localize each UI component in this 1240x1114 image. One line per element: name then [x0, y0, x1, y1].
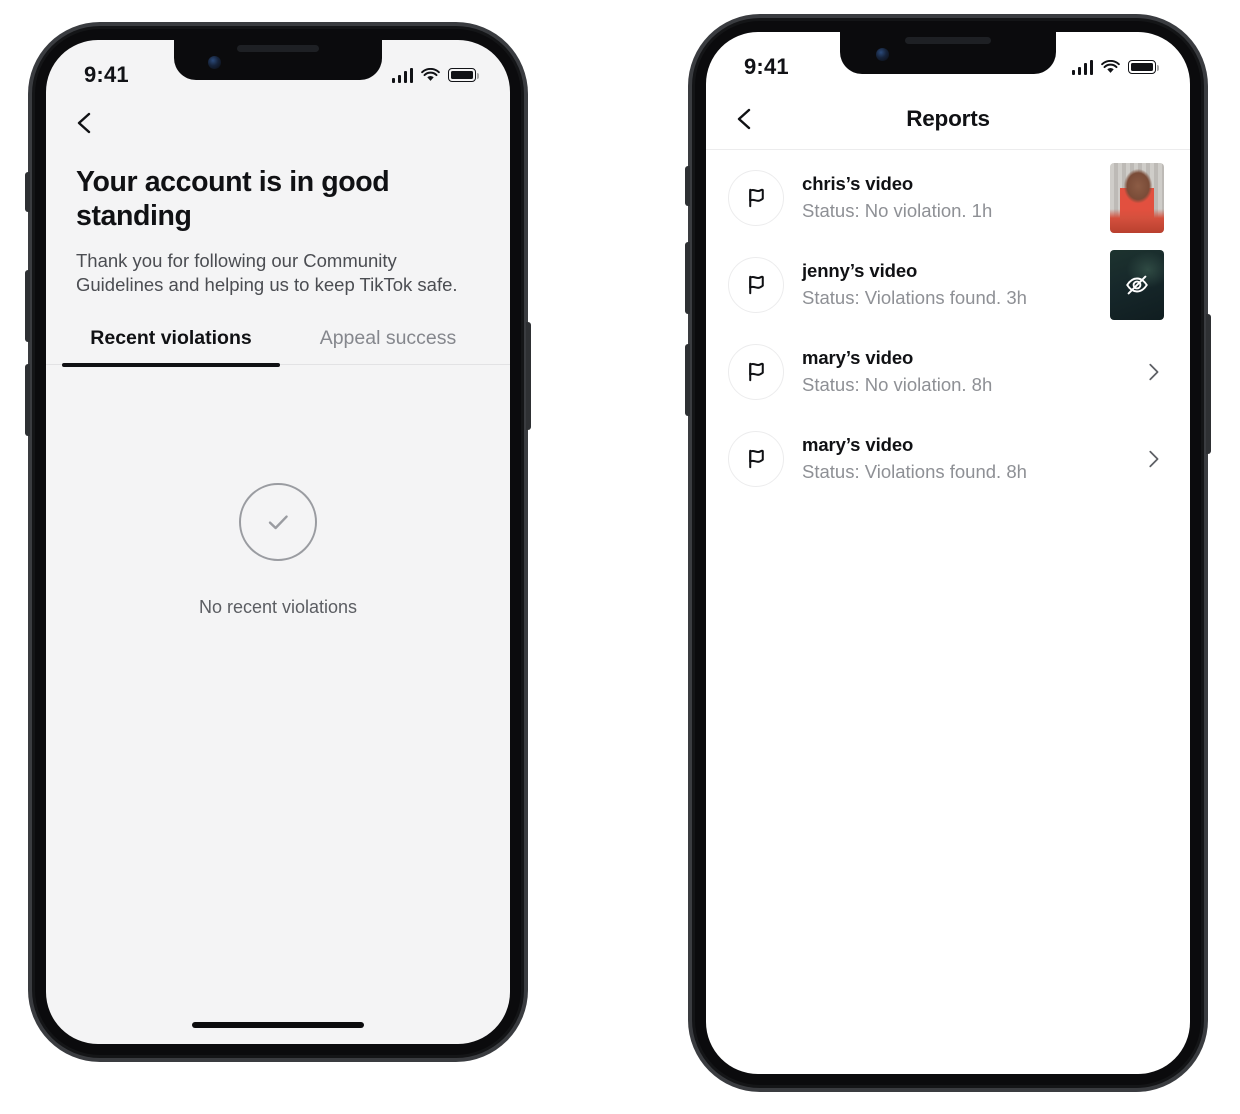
status-icons-left	[391, 67, 479, 83]
list-item[interactable]: jenny’s video Status: Violations found. …	[706, 241, 1190, 328]
list-item-status-text: Status: No violation.	[802, 374, 967, 395]
empty-state: No recent violations	[46, 482, 510, 618]
volume-down-button-right[interactable]	[685, 344, 690, 416]
navigation-bar: Reports	[706, 88, 1190, 150]
chevron-right-icon[interactable]	[1142, 448, 1164, 470]
eye-off-icon	[1124, 272, 1150, 298]
battery-full-icon	[448, 68, 479, 82]
status-icons-right	[1071, 59, 1159, 75]
cellular-bars-icon	[391, 67, 413, 83]
list-item-title: mary’s video	[802, 347, 914, 368]
list-item-text: jenny’s video Status: Violations found. …	[802, 260, 1110, 309]
flag-icon	[728, 169, 784, 226]
list-item-text: mary’s video Status: No violation. 8h	[802, 347, 1142, 396]
page-subtitle: Thank you for following our Community Gu…	[76, 250, 458, 295]
flag-icon	[728, 343, 784, 400]
page-title: Your account is in good standing	[76, 166, 390, 232]
volume-up-button-right[interactable]	[685, 242, 690, 314]
mute-switch-button[interactable]	[25, 172, 30, 212]
list-item-time: 1h	[971, 200, 993, 221]
list-item-status-text: Status: Violations found.	[802, 287, 1002, 308]
status-bar-right: 9:41	[706, 32, 1190, 88]
check-circle-icon	[239, 482, 317, 561]
list-item-title: jenny’s video	[802, 260, 918, 281]
list-item-time: 8h	[971, 374, 993, 395]
volume-down-button[interactable]	[25, 364, 30, 436]
back-button-row-left	[46, 96, 510, 136]
list-item[interactable]: chris’s video Status: No violation. 1h	[706, 154, 1190, 241]
wifi-icon-right	[1101, 59, 1120, 75]
list-item-status-text: Status: No violation.	[802, 200, 967, 221]
tab-appeal-success[interactable]: Appeal success	[280, 327, 496, 367]
list-item-text: chris’s video Status: No violation. 1h	[802, 173, 1110, 222]
list-item-status: Status: No violation. 8h	[802, 374, 1142, 396]
list-item-title: chris’s video	[802, 173, 914, 194]
wifi-icon	[421, 67, 440, 83]
list-item-time: 3h	[1006, 287, 1027, 308]
nav-title: Reports	[906, 105, 990, 131]
list-item-title: mary’s video	[802, 434, 914, 455]
list-item[interactable]: mary’s video Status: No violation. 8h	[706, 328, 1190, 415]
power-button-right[interactable]	[1206, 314, 1211, 454]
list-item-status: Status: Violations found. 3h	[802, 287, 1110, 309]
cellular-bars-icon-right	[1071, 59, 1093, 75]
phone-left: 9:41 Your account is in good standing Th…	[25, 22, 531, 1062]
flag-icon	[728, 256, 784, 313]
list-item-status: Status: No violation. 1h	[802, 200, 1110, 222]
tab-bar: Recent violations Appeal success	[46, 327, 510, 367]
status-bar-left: 9:41	[46, 40, 510, 96]
phone-right-screen: 9:41 Reports chris’s video Status: No vi…	[706, 32, 1190, 1074]
nav-back-button[interactable]	[732, 106, 758, 132]
empty-state-label: No recent violations	[198, 596, 358, 617]
reports-list: chris’s video Status: No violation. 1h j…	[706, 150, 1190, 502]
list-item-time: 8h	[1006, 461, 1027, 482]
status-time: 9:41	[84, 62, 129, 87]
phone-right: 9:41 Reports chris’s video Status: No vi…	[685, 14, 1211, 1092]
home-indicator-left[interactable]	[192, 1022, 364, 1028]
list-item-status: Status: Violations found. 8h	[802, 461, 1142, 483]
jenny-video-thumbnail[interactable]	[1110, 249, 1164, 320]
flag-icon	[728, 430, 784, 487]
volume-up-button[interactable]	[25, 270, 30, 342]
status-time-right: 9:41	[744, 54, 789, 79]
tab-recent-violations[interactable]: Recent violations	[62, 327, 280, 367]
battery-full-icon-right	[1128, 60, 1159, 74]
list-item-status-text: Status: Violations found.	[802, 461, 1002, 482]
chris-video-thumbnail[interactable]	[1110, 162, 1164, 233]
list-item[interactable]: mary’s video Status: Violations found. 8…	[706, 415, 1190, 502]
phone-left-screen: 9:41 Your account is in good standing Th…	[46, 40, 510, 1044]
list-item-text: mary’s video Status: Violations found. 8…	[802, 434, 1142, 483]
chevron-right-icon[interactable]	[1142, 361, 1164, 383]
mute-switch-button-right[interactable]	[685, 166, 690, 206]
power-button[interactable]	[526, 322, 531, 430]
screenshot-stage: 9:41 Your account is in good standing Th…	[0, 0, 1240, 1114]
back-button[interactable]	[72, 110, 510, 136]
